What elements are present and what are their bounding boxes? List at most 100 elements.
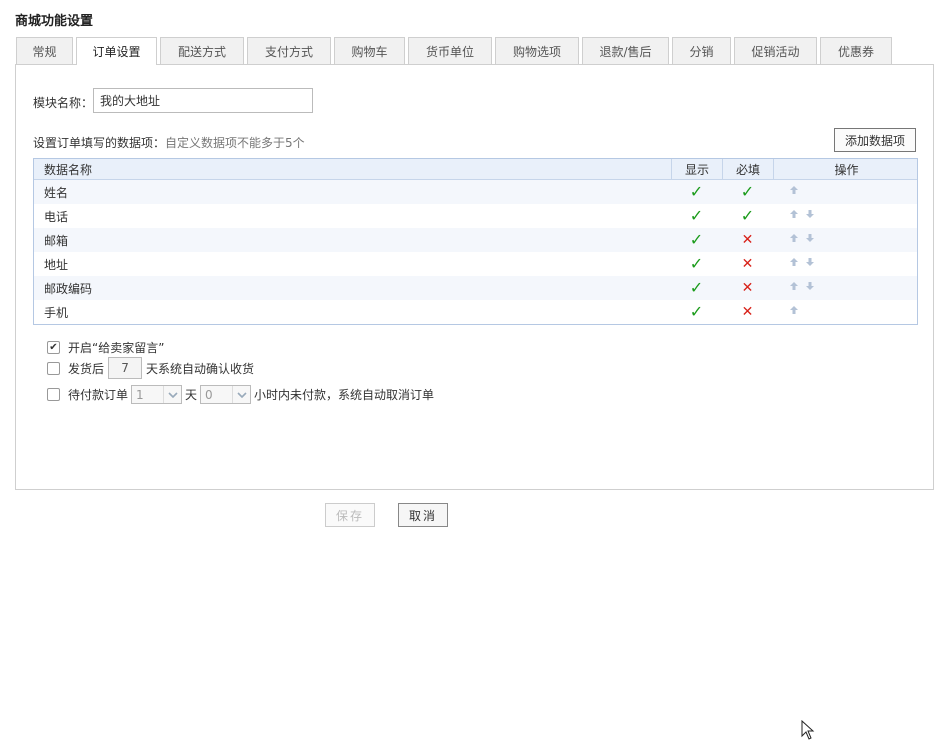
check-icon: ✓ bbox=[689, 206, 704, 225]
show-toggle[interactable]: ✓ bbox=[671, 276, 722, 300]
header-name: 数据名称 bbox=[44, 162, 93, 177]
cross-icon: ✕ bbox=[741, 256, 754, 272]
check-icon: ✓ bbox=[740, 182, 755, 201]
table-row: 手机 ✓ ✕ bbox=[34, 300, 917, 324]
field-name: 手机 bbox=[44, 305, 69, 320]
seller-message-label: 开启“给卖家留言” bbox=[68, 341, 165, 355]
table-row: 地址 ✓ ✕ bbox=[34, 252, 917, 276]
tab-general[interactable]: 常规 bbox=[16, 37, 73, 64]
day-select-value: 1 bbox=[136, 387, 144, 402]
required-toggle[interactable]: ✕ bbox=[722, 228, 773, 252]
field-name: 电话 bbox=[44, 209, 69, 224]
row-ops bbox=[773, 180, 919, 204]
field-name: 邮政编码 bbox=[44, 281, 93, 296]
auto-cancel-day-unit: 天 bbox=[185, 388, 198, 402]
show-toggle[interactable]: ✓ bbox=[671, 204, 722, 228]
move-up-icon[interactable] bbox=[789, 208, 801, 220]
auto-cancel-checkbox[interactable] bbox=[47, 388, 60, 401]
check-icon: ✓ bbox=[689, 230, 704, 249]
required-toggle[interactable]: ✕ bbox=[722, 300, 773, 324]
required-toggle[interactable]: ✕ bbox=[722, 252, 773, 276]
table-row: 邮箱 ✓ ✕ bbox=[34, 228, 917, 252]
cross-icon: ✕ bbox=[741, 232, 754, 248]
chevron-down-icon bbox=[232, 386, 250, 403]
header-ops: 操作 bbox=[773, 159, 919, 179]
fields-label: 设置订单填写的数据项：自定义数据项不能多于5个 bbox=[33, 134, 305, 151]
row-ops bbox=[773, 252, 919, 276]
move-down-icon[interactable] bbox=[805, 208, 817, 220]
move-down-icon[interactable] bbox=[805, 232, 817, 244]
module-name-input[interactable] bbox=[93, 88, 313, 113]
module-name-label: 模块名称： bbox=[33, 96, 94, 110]
check-icon: ✓ bbox=[689, 254, 704, 273]
tab-shopping-options[interactable]: 购物选项 bbox=[495, 37, 579, 64]
cross-icon: ✕ bbox=[741, 280, 754, 296]
table-header: 数据名称 显示 必填 操作 bbox=[34, 159, 917, 180]
tab-distribution[interactable]: 分销 bbox=[672, 37, 731, 64]
move-down-icon[interactable] bbox=[805, 256, 817, 268]
move-up-icon[interactable] bbox=[789, 280, 801, 292]
auto-cancel-day-select[interactable]: 1 bbox=[131, 385, 183, 404]
header-show: 显示 bbox=[671, 159, 722, 179]
required-toggle[interactable]: ✓ bbox=[722, 204, 773, 228]
required-toggle[interactable]: ✓ bbox=[722, 180, 773, 204]
check-icon: ✓ bbox=[740, 206, 755, 225]
tab-shipping[interactable]: 配送方式 bbox=[160, 37, 244, 64]
move-up-icon[interactable] bbox=[789, 256, 801, 268]
fields-hint: 自定义数据项不能多于5个 bbox=[165, 136, 305, 150]
table-row: 姓名 ✓ ✓ bbox=[34, 180, 917, 204]
show-toggle[interactable]: ✓ bbox=[671, 180, 722, 204]
field-name: 地址 bbox=[44, 257, 69, 272]
table-row: 邮政编码 ✓ ✕ bbox=[34, 276, 917, 300]
auto-confirm-checkbox[interactable] bbox=[47, 361, 60, 375]
option-auto-confirm: 发货后 天系统自动确认收货 bbox=[47, 357, 254, 379]
option-auto-cancel: 待付款订单 1 天 0 小时内未付款，系统自动取消订单 bbox=[47, 385, 434, 404]
save-button[interactable]: 保存 bbox=[325, 503, 375, 527]
hour-select-value: 0 bbox=[205, 387, 213, 402]
fields-table: 数据名称 显示 必填 操作 姓名 ✓ ✓ 电话 ✓ ✓ 邮箱 ✓ ✕ 地址 ✓ ✕ 邮政编码 ✓ ✕ 手机 ✓ ✕ bbox=[33, 158, 918, 325]
cross-icon: ✕ bbox=[741, 304, 754, 320]
field-name: 姓名 bbox=[44, 185, 69, 200]
fields-label-text: 设置订单填写的数据项： bbox=[33, 136, 166, 150]
auto-cancel-hour-select[interactable]: 0 bbox=[200, 385, 252, 404]
auto-confirm-suffix: 天系统自动确认收货 bbox=[146, 361, 255, 376]
row-ops bbox=[773, 276, 919, 300]
tab-cart[interactable]: 购物车 bbox=[334, 37, 405, 64]
check-icon: ✓ bbox=[689, 278, 704, 297]
table-row: 电话 ✓ ✓ bbox=[34, 204, 917, 228]
move-up-icon[interactable] bbox=[789, 304, 801, 316]
row-ops bbox=[773, 228, 919, 252]
check-icon: ✓ bbox=[689, 182, 704, 201]
show-toggle[interactable]: ✓ bbox=[671, 252, 722, 276]
required-toggle[interactable]: ✕ bbox=[722, 276, 773, 300]
show-toggle[interactable]: ✓ bbox=[671, 300, 722, 324]
tab-payment[interactable]: 支付方式 bbox=[247, 37, 331, 64]
auto-confirm-days-input[interactable] bbox=[108, 357, 143, 379]
seller-message-checkbox[interactable]: ✔ bbox=[47, 341, 60, 354]
show-toggle[interactable]: ✓ bbox=[671, 228, 722, 252]
check-icon: ✓ bbox=[689, 302, 704, 321]
option-seller-message: ✔ 开启“给卖家留言” bbox=[47, 339, 164, 356]
auto-cancel-suffix: 小时内未付款，系统自动取消订单 bbox=[254, 388, 435, 402]
tab-coupons[interactable]: 优惠券 bbox=[820, 37, 892, 64]
move-up-icon[interactable] bbox=[789, 184, 801, 196]
tab-refund[interactable]: 退款/售后 bbox=[582, 37, 669, 64]
auto-confirm-prefix: 发货后 bbox=[68, 361, 105, 376]
auto-cancel-prefix: 待付款订单 bbox=[68, 388, 129, 402]
chevron-down-icon bbox=[163, 386, 181, 403]
row-ops bbox=[773, 204, 919, 228]
tab-bar: 常规 订单设置 配送方式 支付方式 购物车 货币单位 购物选项 退款/售后 分销… bbox=[16, 37, 895, 65]
tab-promotions[interactable]: 促销活动 bbox=[734, 37, 817, 64]
settings-panel: 模块名称： 设置订单填写的数据项：自定义数据项不能多于5个 添加数据项 数据名称… bbox=[15, 64, 934, 490]
page-title: 商城功能设置 bbox=[15, 14, 94, 29]
add-field-button[interactable]: 添加数据项 bbox=[834, 128, 916, 152]
field-name: 邮箱 bbox=[44, 233, 69, 248]
table-body: 姓名 ✓ ✓ 电话 ✓ ✓ 邮箱 ✓ ✕ 地址 ✓ ✕ 邮政编码 ✓ ✕ 手机 ✓ ✕ bbox=[34, 180, 917, 324]
tab-order-settings[interactable]: 订单设置 bbox=[76, 37, 157, 65]
header-required: 必填 bbox=[722, 159, 773, 179]
row-ops bbox=[773, 300, 919, 324]
cancel-button[interactable]: 取消 bbox=[398, 503, 448, 527]
move-up-icon[interactable] bbox=[789, 232, 801, 244]
tab-currency[interactable]: 货币单位 bbox=[408, 37, 492, 64]
move-down-icon[interactable] bbox=[805, 280, 817, 292]
